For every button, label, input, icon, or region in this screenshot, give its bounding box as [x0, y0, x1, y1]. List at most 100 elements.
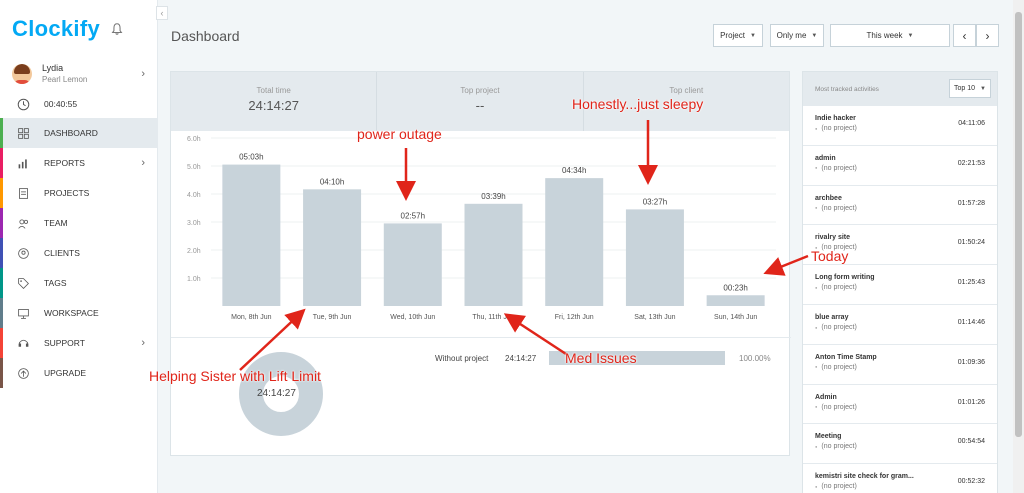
project-name: Without project: [435, 354, 489, 363]
project-filter-label: Project: [720, 31, 745, 40]
sidebar-item-upgrade[interactable]: UPGRADE: [0, 358, 157, 388]
bar-data-label: 04:10h: [320, 177, 344, 186]
sidebar-item-label: DASHBOARD: [44, 128, 98, 138]
activity-time: 04:11:06: [958, 120, 985, 127]
activity-time: 01:09:36: [957, 358, 985, 366]
team-icon: [18, 218, 28, 229]
chart-bar: [545, 178, 604, 306]
activity-time: 01:57:28: [957, 199, 985, 207]
period-dropdown[interactable]: This week ▼: [830, 24, 950, 47]
user-filter-label: Only me: [776, 31, 807, 40]
workspace-icon: [18, 308, 29, 319]
chart-bar: [625, 209, 684, 306]
page-scrollbar[interactable]: [1013, 0, 1024, 493]
activity-time: 01:01:26: [957, 398, 985, 406]
annotation-power-outage: power outage: [357, 126, 442, 142]
bell-icon[interactable]: [110, 22, 124, 36]
sidebar-item-projects[interactable]: PROJECTS: [0, 178, 157, 208]
bar-data-label: 03:39h: [481, 192, 505, 201]
bar-data-label: 05:03h: [239, 153, 263, 162]
panel-title: Most tracked activities: [815, 85, 879, 93]
activity-row[interactable]: admin(no project)02:21:53: [803, 146, 997, 186]
sidebar-item-reports[interactable]: REPORTS ›: [0, 148, 157, 178]
activity-time: 01:25:43: [957, 279, 985, 287]
x-tick-label: Wed, 10th Jun: [390, 314, 435, 321]
avatar: [12, 64, 32, 84]
chart-bar: [383, 223, 442, 306]
dashboard-icon: [18, 127, 29, 139]
chevron-right-icon: ›: [985, 28, 990, 43]
chart-bar: [464, 203, 523, 306]
sidebar: Clockify Lydia Pearl Lemon › 00:40:55 DA…: [0, 0, 168, 493]
donut-total-label: 24:14:27: [257, 388, 296, 399]
user-menu[interactable]: Lydia Pearl Lemon ›: [0, 58, 157, 90]
logo[interactable]: Clockify: [0, 0, 157, 58]
chart-bar: [706, 295, 765, 306]
logo-text: Clockify: [12, 16, 100, 41]
top-count-dropdown[interactable]: Top 10 ▼: [949, 79, 991, 98]
daily-bar-chart: 1.0h 2.0h 3.0h 4.0h 5.0h 6.0h 05:03h Mon, 8th J…: [187, 136, 776, 321]
project-filter-dropdown[interactable]: Project ▼: [713, 24, 763, 47]
sidebar-item-tags[interactable]: TAGS: [0, 268, 157, 298]
y-tick-label: 2.0h: [187, 248, 201, 255]
top-count-label: Top 10: [954, 85, 976, 92]
activity-row[interactable]: Meeting(no project)00:54:54: [803, 424, 997, 465]
chevron-right-icon: ›: [141, 157, 145, 169]
x-tick-label: Sun, 14th Jun: [714, 314, 757, 321]
bar-data-label: 04:34h: [562, 166, 586, 175]
activity-row[interactable]: blue array(no project)01:14:46: [803, 305, 997, 345]
collapse-sidebar-button[interactable]: ‹: [156, 6, 168, 20]
sidebar-item-support[interactable]: SUPPORT ›: [0, 328, 157, 358]
y-tick-label: 1.0h: [187, 276, 201, 283]
caret-down-icon: ▼: [980, 85, 986, 92]
period-label: This week: [866, 31, 903, 40]
prev-period-button[interactable]: ‹: [953, 24, 976, 47]
upgrade-icon: [18, 367, 29, 379]
y-tick-label: 3.0h: [187, 220, 201, 227]
sidebar-item-clients[interactable]: CLIENTS: [0, 238, 157, 268]
sidebar-item-label: TEAM: [44, 218, 68, 228]
sidebar-item-label: PROJECTS: [44, 188, 90, 198]
activity-row[interactable]: Anton Time Stamp(no project)01:09:36: [803, 345, 997, 385]
support-icon: [18, 339, 29, 347]
workspace-name: Pearl Lemon: [42, 75, 88, 84]
timer-item[interactable]: 00:40:55: [0, 90, 157, 118]
sidebar-item-label: SUPPORT: [44, 338, 85, 348]
activity-row[interactable]: archbee(no project)01:57:28: [803, 186, 997, 226]
activity-row[interactable]: Admin(no project)01:01:26: [803, 385, 997, 425]
bar-data-label: 02:57h: [401, 211, 425, 220]
y-tick-label: 4.0h: [187, 192, 201, 199]
most-tracked-panel: Most tracked activities Top 10 ▼ Indie ha…: [802, 71, 998, 493]
caret-down-icon: ▼: [749, 32, 756, 39]
sidebar-item-workspace[interactable]: WORKSPACE: [0, 298, 157, 328]
activity-row[interactable]: Indie hacker(no project)04:11:06: [803, 106, 997, 146]
top-client-label: Top client: [669, 86, 704, 95]
annotation-med-issues: Med Issues: [565, 350, 637, 366]
timer-value: 00:40:55: [44, 99, 78, 109]
divider: [171, 337, 791, 338]
activity-row[interactable]: Long form writing(no project)01:25:43: [803, 265, 997, 305]
x-tick-label: Thu, 11th Jun: [472, 314, 514, 321]
total-time-value: 24:14:27: [248, 98, 299, 113]
next-period-button[interactable]: ›: [976, 24, 999, 47]
sidebar-item-dashboard[interactable]: DASHBOARD: [0, 118, 157, 148]
x-tick-label: Sat, 13th Jun: [634, 314, 675, 321]
total-time-label: Total time: [256, 86, 291, 95]
projects-icon: [19, 187, 28, 199]
tags-icon: [18, 277, 29, 289]
scrollbar-thumb[interactable]: [1015, 12, 1022, 437]
x-tick-label: Mon, 8th Jun: [231, 314, 272, 321]
activity-time: 01:14:46: [957, 318, 985, 326]
annotation-just-sleepy: Honestly...just sleepy: [572, 96, 704, 112]
user-filter-dropdown[interactable]: Only me ▼: [770, 24, 824, 47]
clock-icon: [17, 98, 30, 110]
activity-row[interactable]: kemistri site check for gram...(no proje…: [803, 464, 997, 493]
bar-data-label: 00:23h: [723, 283, 747, 292]
sidebar-item-team[interactable]: TEAM: [0, 208, 157, 238]
chevron-right-icon: ›: [141, 337, 145, 349]
top-project-value: --: [475, 98, 485, 113]
annotation-today: Today: [811, 248, 849, 264]
bar-data-label: 03:27h: [643, 197, 667, 206]
chevron-right-icon: ›: [141, 68, 145, 80]
total-time-stat: Total time 24:14:27: [171, 72, 378, 131]
